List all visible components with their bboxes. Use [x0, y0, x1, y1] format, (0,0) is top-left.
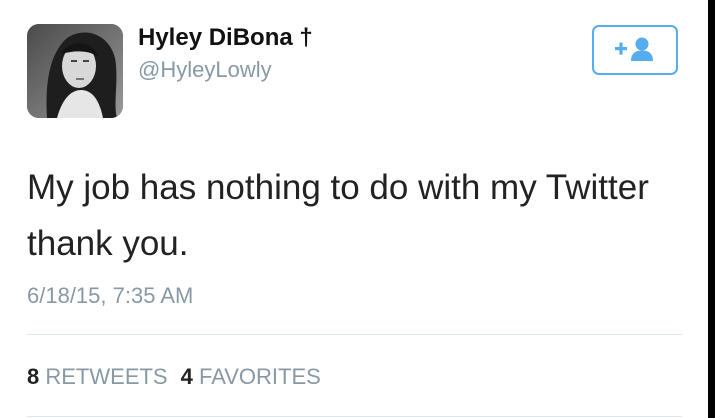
tweet-stats: 8 RETWEETS 4 FAVORITES [27, 364, 334, 390]
tweet-card: Hyley DiBona † @HyleyLowly My job has no… [0, 0, 708, 418]
display-name[interactable]: Hyley DiBona † [138, 24, 313, 52]
retweets-label: RETWEETS [45, 364, 168, 389]
tweet-text: My job has nothing to do with my Twitter… [27, 168, 649, 263]
favorites-count: 4 [180, 364, 193, 389]
add-user-icon [615, 37, 653, 61]
follow-button[interactable] [592, 25, 678, 75]
avatar[interactable] [27, 24, 123, 118]
favorites-label: FAVORITES [198, 364, 321, 389]
retweets-stat[interactable]: 8 RETWEETS [27, 364, 168, 390]
tweet-timestamp[interactable]: 6/18/15, 7:35 AM [27, 283, 193, 309]
favorites-stat[interactable]: 4 FAVORITES [181, 364, 321, 390]
retweets-count: 8 [27, 364, 40, 389]
divider [27, 334, 682, 335]
user-handle[interactable]: @HyleyLowly [138, 57, 272, 83]
profile-photo-icon [27, 24, 123, 118]
divider [27, 416, 682, 417]
